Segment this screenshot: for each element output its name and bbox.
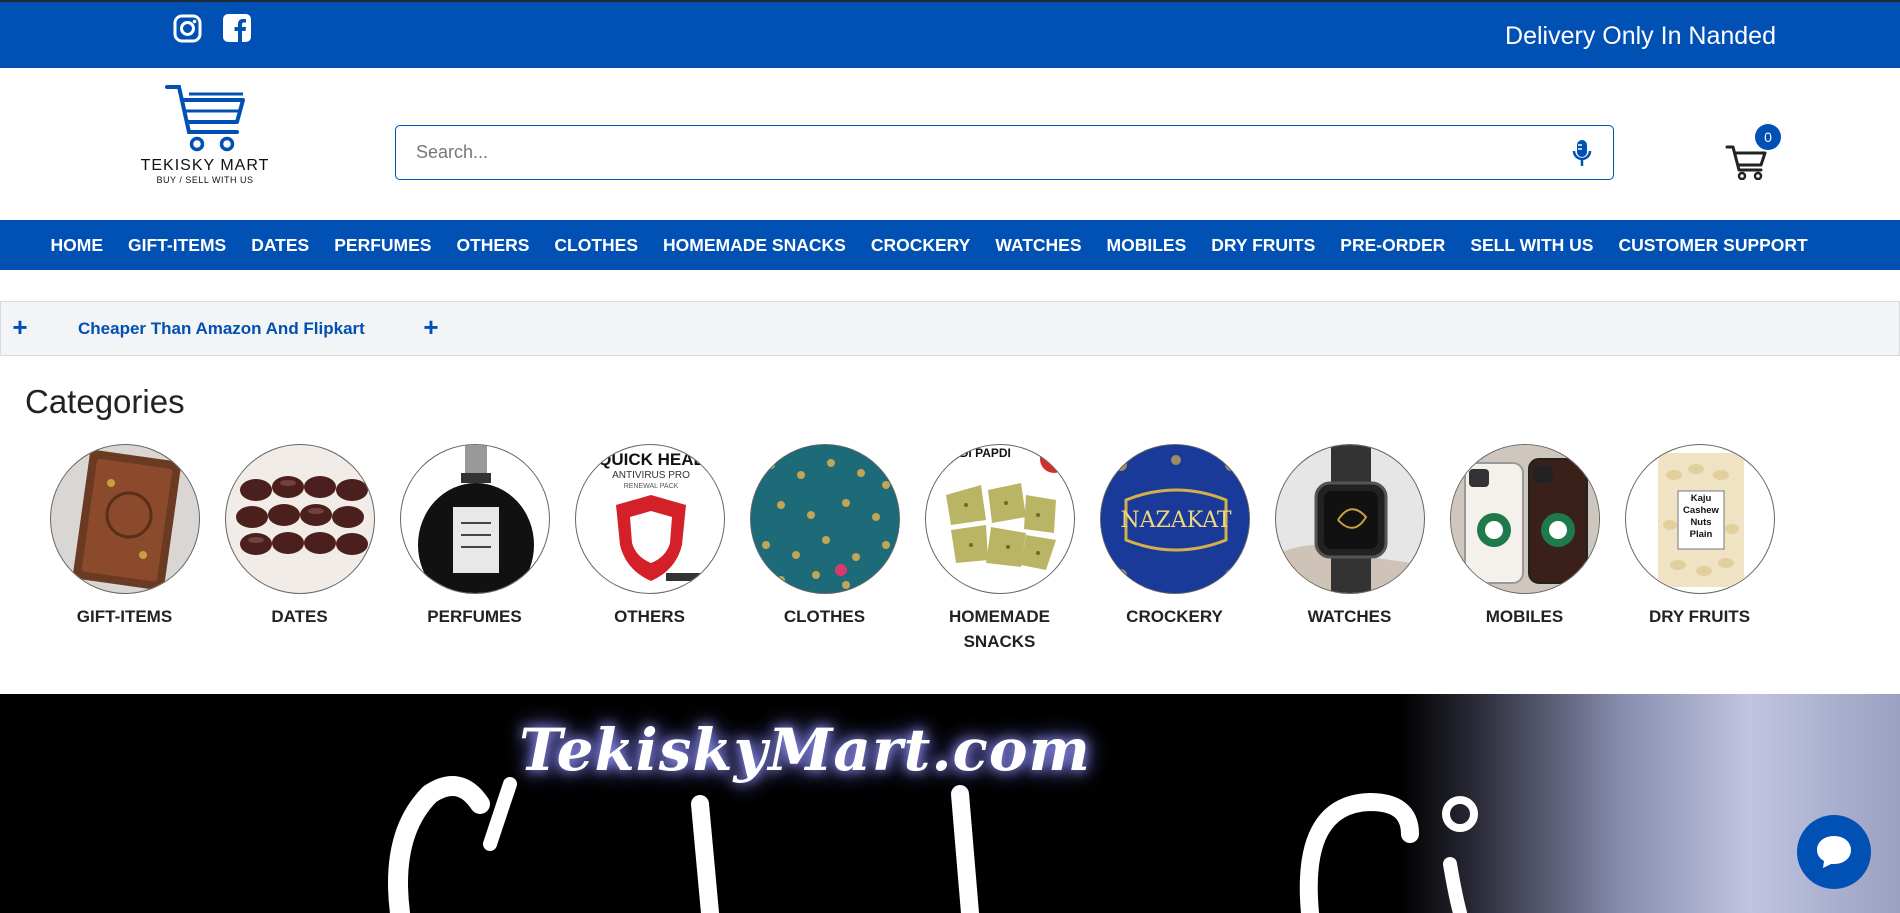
categories-heading: Categories [25,383,185,420]
category-gift-items[interactable]: GIFT-ITEMS [37,444,212,654]
nav-item-dates[interactable]: DATES [251,235,309,256]
cart-icon [1725,145,1767,180]
image-text: QUICK HEAL [598,450,704,469]
category-image: NAZAKAT [1099,444,1250,594]
category-others[interactable]: QUICK HEAL ANTIVIRUS PRO RENEWAL PACK OT… [562,444,737,654]
chat-button[interactable] [1797,815,1871,889]
category-label: MOBILES [1485,607,1564,626]
category-image [1274,444,1425,594]
category-label: CROCKERY [1126,607,1223,626]
category-watches[interactable]: WATCHES [1262,444,1437,654]
nav-item-clothes[interactable]: CLOTHES [554,235,638,256]
hero-banner[interactable]: TekiskyMart.com [0,694,1900,913]
nav-item-mobiles[interactable]: MOBILES [1107,235,1187,256]
nav-item-pre-order[interactable]: PRE-ORDER [1340,235,1445,256]
cart-logo-icon [165,85,245,152]
categories-list: GIFT-ITEMS DATES PERFUMES QUICK HEAL ANT… [37,444,1787,654]
cart-button[interactable]: 0 [1725,124,1781,180]
category-mobiles[interactable]: MOBILES [1437,444,1612,654]
banner-title: TekiskyMart.com [519,716,1091,784]
site-logo[interactable]: TEKISKY MART BUY / SELL WITH US [135,82,275,185]
category-image: NDI PAPDI [924,444,1075,594]
chat-bubble-icon [1817,836,1851,868]
category-label: WATCHES [1307,607,1392,626]
microphone-icon[interactable] [1571,139,1593,167]
category-image [49,444,200,594]
nav-item-sell-with-us[interactable]: SELL WITH US [1470,235,1593,256]
delivery-notice: Delivery Only In Nanded [1505,22,1776,50]
category-dry-fruits[interactable]: Kaju Cashew Nuts Plain DRY FRUITS [1612,444,1787,654]
category-label: PERFUMES [427,607,522,626]
main-nav: HOME GIFT-ITEMS DATES PERFUMES OTHERS CL… [0,220,1900,270]
category-label: DRY FRUITS [1648,607,1751,626]
category-image [399,444,550,594]
category-label: DATES [271,607,328,626]
category-perfumes[interactable]: PERFUMES [387,444,562,654]
category-homemade-snacks[interactable]: NDI PAPDI HOMEMADE SNACKS [912,444,1087,654]
category-dates[interactable]: DATES [212,444,387,654]
category-label: OTHERS [614,607,685,626]
plus-icon: + [423,312,439,342]
image-text: Kaju Cashew Nuts Plain [1682,493,1719,540]
category-crockery[interactable]: NAZAKAT CROCKERY [1087,444,1262,654]
nav-item-dry-fruits[interactable]: DRY FRUITS [1211,235,1315,256]
nav-item-home[interactable]: HOME [51,235,104,256]
banner-calligraphy [388,776,1478,913]
category-label: HOMEMADE SNACKS [948,607,1051,651]
nav-item-gift-items[interactable]: GIFT-ITEMS [128,235,226,256]
category-image: Kaju Cashew Nuts Plain [1624,444,1775,594]
facebook-icon[interactable] [223,14,251,42]
image-text: ANTIVIRUS PRO [612,470,690,481]
image-text: NDI PAPDI [951,446,1011,460]
category-image: QUICK HEAL ANTIVIRUS PRO RENEWAL PACK [574,444,725,594]
nav-item-perfumes[interactable]: PERFUMES [334,235,431,256]
logo-name: TEKISKY MART [140,157,270,174]
logo-tagline: BUY / SELL WITH US [156,175,254,185]
cart-count-badge: 0 [1755,124,1781,150]
nav-item-others[interactable]: OTHERS [456,235,529,256]
plus-icon: + [12,312,28,342]
nav-item-watches[interactable]: WATCHES [995,235,1081,256]
search-box [395,125,1614,180]
nav-item-customer-support[interactable]: CUSTOMER SUPPORT [1618,235,1807,256]
nav-item-crockery[interactable]: CROCKERY [871,235,971,256]
category-image [224,444,375,594]
promo-strip: + Cheaper Than Amazon And Flipkart + [0,301,1900,356]
category-image [1449,444,1600,594]
search-input[interactable] [416,142,1571,163]
image-text: NAZAKAT [1120,508,1232,533]
instagram-icon[interactable] [173,14,202,43]
category-label: CLOTHES [783,607,866,626]
nav-item-homemade-snacks[interactable]: HOMEMADE SNACKS [663,235,846,256]
promo-text: Cheaper Than Amazon And Flipkart [78,319,365,338]
category-clothes[interactable]: CLOTHES [737,444,912,654]
category-label: GIFT-ITEMS [76,607,173,626]
image-text: RENEWAL PACK [623,483,678,490]
top-bar: Delivery Only In Nanded [0,0,1900,68]
category-image [749,444,900,594]
header: TEKISKY MART BUY / SELL WITH US 0 [0,68,1900,220]
